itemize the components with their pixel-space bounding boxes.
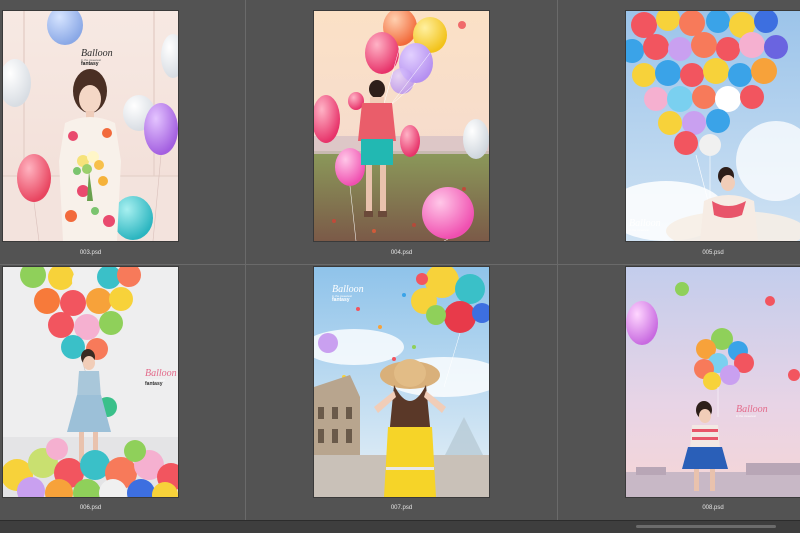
thumbnail-cell-003[interactable]: Balloon in the sweetest fantasy 003.psd bbox=[0, 0, 246, 265]
thumbnail-filename: 006.psd bbox=[79, 505, 102, 511]
thumbnail-cell-008[interactable]: Balloon in the sweetest 008.psd bbox=[558, 265, 800, 521]
brand-logo: Balloon in the sweetest bbox=[736, 404, 768, 418]
photo-girl-in-park bbox=[314, 11, 489, 241]
scrollbar-thumb[interactable] bbox=[636, 525, 776, 528]
photo-girl-under-balloon-cloud bbox=[626, 11, 800, 241]
photo-girl-at-dusk bbox=[626, 267, 800, 497]
thumbnail-filename: 004.psd bbox=[390, 250, 413, 256]
photo-woman-with-flowers bbox=[3, 11, 178, 241]
horizontal-scrollbar[interactable] bbox=[0, 520, 800, 533]
thumbnail-image-005[interactable]: Balloon in the sweetest bbox=[626, 11, 800, 241]
thumbnail-image-006[interactable]: Balloon in the sweetest fantasy bbox=[3, 267, 178, 497]
thumbnail-filename: 007.psd bbox=[390, 505, 413, 511]
brand-logo: Balloon in the sweetest fantasy bbox=[81, 48, 113, 67]
brand-logo: Balloon in the sweetest fantasy bbox=[332, 284, 364, 303]
thumbnail-image-003[interactable]: Balloon in the sweetest fantasy bbox=[3, 11, 178, 241]
thumbnail-filename: 005.psd bbox=[702, 250, 724, 256]
brand-logo: Balloon in the sweetest bbox=[629, 218, 661, 232]
thumbnail-image-007[interactable]: Balloon in the sweetest fantasy bbox=[314, 267, 489, 497]
thumbnail-image-008[interactable]: Balloon in the sweetest bbox=[626, 267, 800, 497]
thumbnail-cell-004[interactable]: 004.psd bbox=[246, 0, 558, 265]
thumbnail-filename: 008.psd bbox=[702, 505, 724, 511]
brand-logo: Balloon in the sweetest fantasy bbox=[145, 368, 177, 387]
thumbnail-cell-006[interactable]: Balloon in the sweetest fantasy 006.psd bbox=[0, 265, 246, 521]
thumbnail-cell-005[interactable]: Balloon in the sweetest 005.psd bbox=[558, 0, 800, 265]
thumbnail-cell-007[interactable]: Balloon in the sweetest fantasy 007.psd bbox=[246, 265, 558, 521]
thumbnail-filename: 003.psd bbox=[79, 250, 102, 256]
thumbnail-image-004[interactable] bbox=[314, 11, 489, 241]
thumbnail-grid: Balloon in the sweetest fantasy 003.psd bbox=[0, 0, 800, 533]
